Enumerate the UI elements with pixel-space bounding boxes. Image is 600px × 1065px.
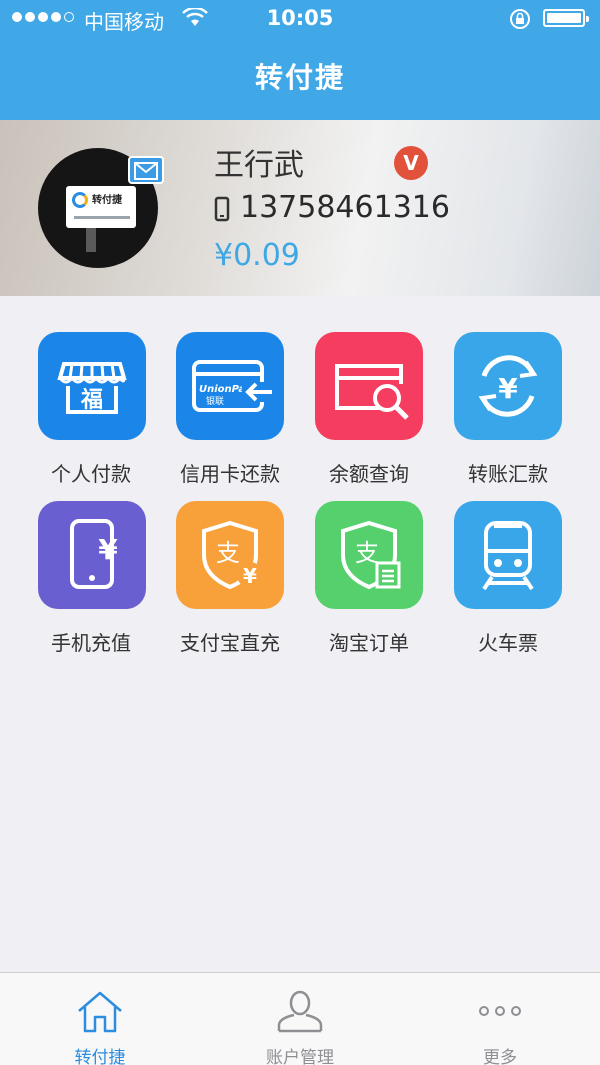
mobile-phone-icon [214,196,230,226]
phone-recharge-button[interactable]: ¥ [38,501,146,609]
more-icon [479,1006,521,1016]
transfer-label: 转账汇款 [468,462,548,486]
tab-account[interactable]: 账户管理 [220,973,380,1065]
phone-number: 13758461316 [240,190,450,225]
transfer-icon: ¥ [478,355,538,417]
alipay-recharge-label: 支付宝直充 [180,631,280,655]
zhi-glyph: 支 [216,539,240,567]
tab-account-label: 账户管理 [266,1048,334,1065]
balance-inquiry-label: 余额查询 [329,462,409,486]
taobao-order-label: 淘宝订单 [329,631,409,655]
yinlian-text: 银联 [206,395,224,407]
shop-icon: 福 [57,362,127,414]
phone-recharge-icon: ¥ [70,519,118,589]
account-balance: ¥0.09 [214,238,300,273]
phone-recharge-label: 手机充值 [51,631,131,655]
fu-glyph: 福 [80,388,103,413]
mail-icon[interactable] [128,156,164,184]
page-title: 转付捷 [254,61,345,94]
user-name: 王行武 [214,148,304,183]
yen-glyph: ¥ [243,564,257,588]
personal-payment-button[interactable]: 福 [38,332,146,440]
alipay-recharge-button[interactable]: 支 ¥ [176,501,284,609]
taobao-order-icon: 支 [341,520,401,590]
home-icon [78,991,122,1033]
tab-more[interactable]: 更多 [420,973,580,1065]
battery-icon [543,9,589,27]
vip-badge: V [394,146,428,180]
balance-inquiry-button[interactable] [315,332,423,440]
card-reader-image: 转付捷 [66,186,136,228]
transfer-button[interactable]: ¥ [454,332,562,440]
credit-card-icon: UnionPay 银联 [192,360,272,412]
yen-glyph: ¥ [98,533,118,566]
personal-payment-label: 个人付款 [51,462,131,486]
avatar-brand-text: 转付捷 [92,195,122,206]
tab-bar: 转付捷 账户管理 更多 [0,972,600,1065]
alipay-shield-icon: 支 ¥ [202,520,263,590]
credit-card-repayment-button[interactable]: UnionPay 银联 [176,332,284,440]
card-reader-plug [86,228,96,252]
tab-home[interactable]: 转付捷 [20,973,180,1065]
status-bar: 中国移动 10:05 [0,0,600,38]
card-search-icon [335,364,409,420]
train-ticket-label: 火车票 [478,631,538,655]
tab-home-label: 转付捷 [74,1048,126,1065]
rotation-lock-icon [509,8,531,35]
taobao-order-button[interactable]: 支 [315,501,423,609]
train-ticket-button[interactable] [454,501,562,609]
zhi-glyph: 支 [355,539,379,567]
tab-more-label: 更多 [483,1048,517,1065]
profile-card[interactable]: 转付捷 王行武 V 13758461316 ¥0.09 [0,120,600,296]
yen-glyph: ¥ [498,372,518,405]
header-bar: 中国移动 10:05 转付捷 [0,0,600,120]
train-icon [482,521,534,591]
credit-card-repayment-label: 信用卡还款 [180,462,280,486]
user-icon [277,990,323,1033]
